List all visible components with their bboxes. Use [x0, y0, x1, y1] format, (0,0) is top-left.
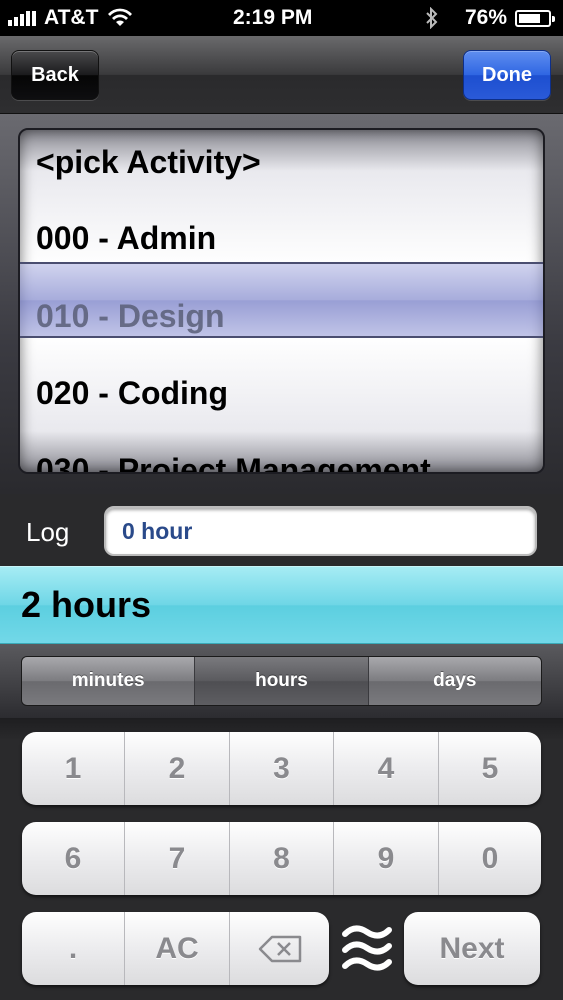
hours-display: 2 hours: [0, 566, 563, 644]
picker-item[interactable]: 030 - Project Management: [36, 432, 431, 472]
unit-segmented-control: minutes hours days: [21, 656, 542, 706]
key-clear[interactable]: AC: [125, 912, 230, 985]
status-right: 76%: [425, 6, 555, 30]
wifi-icon: [108, 8, 133, 26]
carrier-label: AT&T: [44, 6, 99, 29]
status-left: AT&T: [8, 6, 134, 30]
keypad-row-2: 6 7 8 9 0: [22, 822, 541, 895]
key-8[interactable]: 8: [230, 822, 334, 895]
status-bar: AT&T 2:19 PM 76%: [0, 0, 563, 36]
battery-fill: [519, 13, 541, 23]
key-4[interactable]: 4: [334, 732, 439, 805]
picker-item[interactable]: 020 - Coding: [36, 355, 228, 432]
done-button[interactable]: Done: [463, 50, 551, 100]
battery-label: 76%: [464, 6, 507, 29]
keypad-row-3: . AC: [22, 912, 329, 985]
key-5[interactable]: 5: [439, 732, 541, 805]
key-2[interactable]: 2: [125, 732, 230, 805]
key-7[interactable]: 7: [125, 822, 230, 895]
key-3[interactable]: 3: [230, 732, 334, 805]
segment-minutes[interactable]: minutes: [22, 657, 196, 705]
activity-picker-area: <pick Activity> 000 - Admin 010 - Design…: [0, 114, 563, 494]
picker-item-selected[interactable]: 010 - Design: [36, 278, 225, 355]
back-button[interactable]: Back: [11, 50, 99, 100]
picker-item[interactable]: <pick Activity>: [36, 130, 261, 201]
clock-label: 2:19 PM: [233, 6, 313, 29]
next-button[interactable]: Next: [404, 912, 540, 985]
keypad-row-1: 1 2 3 4 5: [22, 732, 541, 805]
picker-item[interactable]: 000 - Admin: [36, 200, 216, 277]
key-6[interactable]: 6: [22, 822, 125, 895]
segment-days[interactable]: days: [368, 657, 541, 705]
key-backspace[interactable]: [230, 912, 329, 985]
backspace-icon: [258, 935, 301, 962]
key-0[interactable]: 0: [439, 822, 541, 895]
wave-icon[interactable]: [341, 920, 393, 976]
navigation-bar: Back Done: [0, 36, 563, 114]
key-9[interactable]: 9: [334, 822, 439, 895]
battery-icon: [515, 9, 555, 27]
activity-picker[interactable]: <pick Activity> 000 - Admin 010 - Design…: [18, 128, 545, 474]
log-label: Log: [26, 516, 70, 547]
key-dot[interactable]: .: [22, 912, 125, 985]
log-input[interactable]: [104, 506, 537, 556]
signal-bars-icon: [8, 10, 36, 26]
segment-hours[interactable]: hours: [195, 657, 369, 705]
bluetooth-icon: [426, 7, 438, 29]
unit-selector-area: minutes hours days: [0, 644, 563, 718]
key-1[interactable]: 1: [22, 732, 125, 805]
